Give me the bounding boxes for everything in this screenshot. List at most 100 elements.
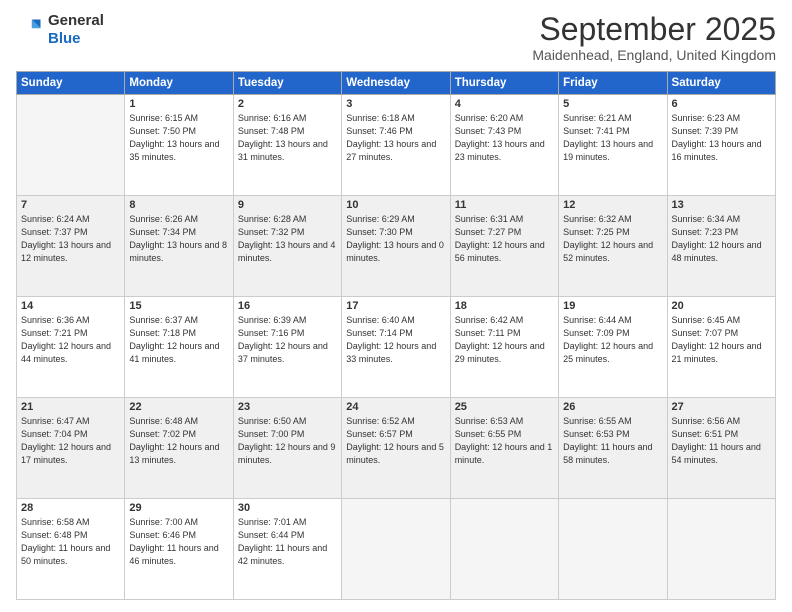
cell-info: Sunrise: 6:39 AMSunset: 7:16 PMDaylight:… [238, 314, 337, 366]
day-number: 27 [672, 401, 771, 413]
logo-icon [16, 16, 44, 44]
table-row: 1Sunrise: 6:15 AMSunset: 7:50 PMDaylight… [125, 95, 233, 196]
col-thursday: Thursday [450, 72, 558, 95]
table-row [342, 499, 450, 600]
cell-info: Sunrise: 6:29 AMSunset: 7:30 PMDaylight:… [346, 213, 445, 265]
cell-info: Sunrise: 6:21 AMSunset: 7:41 PMDaylight:… [563, 112, 662, 164]
day-number: 5 [563, 98, 662, 110]
table-row: 2 Sunrise: 6:16 AMSunset: 7:48 PMDaylight… [233, 95, 341, 196]
cell-info: Sunrise: 6:32 AMSunset: 7:25 PMDaylight:… [563, 213, 662, 265]
cell-info: Sunrise: 6:47 AMSunset: 7:04 PMDaylight:… [21, 415, 120, 467]
table-row: 17 Sunrise: 6:40 AMSunset: 7:14 PMDayligh… [342, 297, 450, 398]
day-number: 10 [346, 199, 445, 211]
cell-info: Sunrise: 6:18 AMSunset: 7:46 PMDaylight:… [346, 112, 445, 164]
table-row: 22Sunrise: 6:48 AMSunset: 7:02 PMDayligh… [125, 398, 233, 499]
cell-info: Sunrise: 6:26 AMSunset: 7:34 PMDaylight:… [129, 213, 228, 265]
cell-info: Sunrise: 6:16 AMSunset: 7:48 PMDaylight:… [238, 112, 337, 164]
day-number: 29 [129, 502, 228, 514]
table-row: 6 Sunrise: 6:23 AMSunset: 7:39 PMDaylight… [667, 95, 775, 196]
day-number: 1 [129, 98, 228, 110]
calendar-week-row: 14Sunrise: 6:36 AMSunset: 7:21 PMDayligh… [17, 297, 776, 398]
cell-info: Sunrise: 6:34 AMSunset: 7:23 PMDaylight:… [672, 213, 771, 265]
cell-info: Sunrise: 6:56 AMSunset: 6:51 PMDaylight:… [672, 415, 771, 467]
calendar-week-row: 28 Sunrise: 6:58 AMSunset: 6:48 PMDayligh… [17, 499, 776, 600]
location: Maidenhead, England, United Kingdom [532, 47, 776, 63]
table-row: 30 Sunrise: 7:01 AMSunset: 6:44 PMDayligh… [233, 499, 341, 600]
table-row: 25 Sunrise: 6:53 AMSunset: 6:55 PMDayligh… [450, 398, 558, 499]
cell-info: Sunrise: 6:48 AMSunset: 7:02 PMDaylight:… [129, 415, 228, 467]
table-row: 20 Sunrise: 6:45 AMSunset: 7:07 PMDayligh… [667, 297, 775, 398]
table-row: 8Sunrise: 6:26 AMSunset: 7:34 PMDaylight… [125, 196, 233, 297]
day-number: 17 [346, 300, 445, 312]
day-number: 3 [346, 98, 445, 110]
day-number: 21 [21, 401, 120, 413]
cell-info: Sunrise: 6:55 AMSunset: 6:53 PMDaylight:… [563, 415, 662, 467]
cell-info: Sunrise: 6:28 AMSunset: 7:32 PMDaylight:… [238, 213, 337, 265]
calendar-page: General Blue September 2025 Maidenhead, … [0, 0, 792, 612]
day-number: 24 [346, 401, 445, 413]
day-number: 4 [455, 98, 554, 110]
table-row: 9Sunrise: 6:28 AMSunset: 7:32 PMDaylight… [233, 196, 341, 297]
day-number: 12 [563, 199, 662, 211]
table-row: 29Sunrise: 7:00 AMSunset: 6:46 PMDayligh… [125, 499, 233, 600]
table-row [667, 499, 775, 600]
table-row: 16 Sunrise: 6:39 AMSunset: 7:16 PMDayligh… [233, 297, 341, 398]
day-number: 2 [238, 98, 337, 110]
cell-info: Sunrise: 6:42 AMSunset: 7:11 PMDaylight:… [455, 314, 554, 366]
table-row: 23 Sunrise: 6:50 AMSunset: 7:00 PMDayligh… [233, 398, 341, 499]
day-number: 6 [672, 98, 771, 110]
logo-general-text: General [48, 12, 104, 29]
table-row: 28 Sunrise: 6:58 AMSunset: 6:48 PMDayligh… [17, 499, 125, 600]
day-number: 16 [238, 300, 337, 312]
col-saturday: Saturday [667, 72, 775, 95]
table-row: 4 Sunrise: 6:20 AMSunset: 7:43 PMDaylight… [450, 95, 558, 196]
title-block: September 2025 Maidenhead, England, Unit… [532, 12, 776, 63]
table-row: 12 Sunrise: 6:32 AMSunset: 7:25 PMDayligh… [559, 196, 667, 297]
calendar-week-row: 1Sunrise: 6:15 AMSunset: 7:50 PMDaylight… [17, 95, 776, 196]
day-number: 25 [455, 401, 554, 413]
cell-info: Sunrise: 6:53 AMSunset: 6:55 PMDaylight:… [455, 415, 554, 467]
col-tuesday: Tuesday [233, 72, 341, 95]
cell-info: Sunrise: 6:44 AMSunset: 7:09 PMDaylight:… [563, 314, 662, 366]
calendar-table: Sunday Monday Tuesday Wednesday Thursday… [16, 71, 776, 600]
table-row: 10 Sunrise: 6:29 AMSunset: 7:30 PMDayligh… [342, 196, 450, 297]
cell-info: Sunrise: 6:45 AMSunset: 7:07 PMDaylight:… [672, 314, 771, 366]
cell-info: Sunrise: 6:23 AMSunset: 7:39 PMDaylight:… [672, 112, 771, 164]
cell-info: Sunrise: 6:58 AMSunset: 6:48 PMDaylight:… [21, 516, 120, 568]
table-row: 15Sunrise: 6:37 AMSunset: 7:18 PMDayligh… [125, 297, 233, 398]
cell-info: Sunrise: 6:50 AMSunset: 7:00 PMDaylight:… [238, 415, 337, 467]
table-row: 7 Sunrise: 6:24 AMSunset: 7:37 PMDaylight… [17, 196, 125, 297]
day-number: 11 [455, 199, 554, 211]
cell-info: Sunrise: 6:52 AMSunset: 6:57 PMDaylight:… [346, 415, 445, 467]
day-number: 30 [238, 502, 337, 514]
day-number: 28 [21, 502, 120, 514]
table-row: 27 Sunrise: 6:56 AMSunset: 6:51 PMDayligh… [667, 398, 775, 499]
table-row: 21 Sunrise: 6:47 AMSunset: 7:04 PMDayligh… [17, 398, 125, 499]
day-number: 7 [21, 199, 120, 211]
cell-info: Sunrise: 6:36 AMSunset: 7:21 PMDaylight:… [21, 314, 120, 366]
day-number: 19 [563, 300, 662, 312]
cell-info: Sunrise: 7:01 AMSunset: 6:44 PMDaylight:… [238, 516, 337, 568]
table-row: 11Sunrise: 6:31 AMSunset: 7:27 PMDayligh… [450, 196, 558, 297]
col-monday: Monday [125, 72, 233, 95]
header-row: Sunday Monday Tuesday Wednesday Thursday… [17, 72, 776, 95]
day-number: 15 [129, 300, 228, 312]
table-row: 18 Sunrise: 6:42 AMSunset: 7:11 PMDayligh… [450, 297, 558, 398]
table-row: 26 Sunrise: 6:55 AMSunset: 6:53 PMDayligh… [559, 398, 667, 499]
table-row: 5 Sunrise: 6:21 AMSunset: 7:41 PMDaylight… [559, 95, 667, 196]
day-number: 20 [672, 300, 771, 312]
month-title: September 2025 [532, 12, 776, 47]
col-wednesday: Wednesday [342, 72, 450, 95]
day-number: 23 [238, 401, 337, 413]
table-row: 14Sunrise: 6:36 AMSunset: 7:21 PMDayligh… [17, 297, 125, 398]
table-row: 3 Sunrise: 6:18 AMSunset: 7:46 PMDaylight… [342, 95, 450, 196]
cell-info: Sunrise: 6:20 AMSunset: 7:43 PMDaylight:… [455, 112, 554, 164]
header: General Blue September 2025 Maidenhead, … [16, 12, 776, 63]
day-number: 26 [563, 401, 662, 413]
logo-blue-text: Blue [48, 30, 81, 47]
col-friday: Friday [559, 72, 667, 95]
cell-info: Sunrise: 6:24 AMSunset: 7:37 PMDaylight:… [21, 213, 120, 265]
cell-info: Sunrise: 6:40 AMSunset: 7:14 PMDaylight:… [346, 314, 445, 366]
day-number: 18 [455, 300, 554, 312]
table-row [559, 499, 667, 600]
